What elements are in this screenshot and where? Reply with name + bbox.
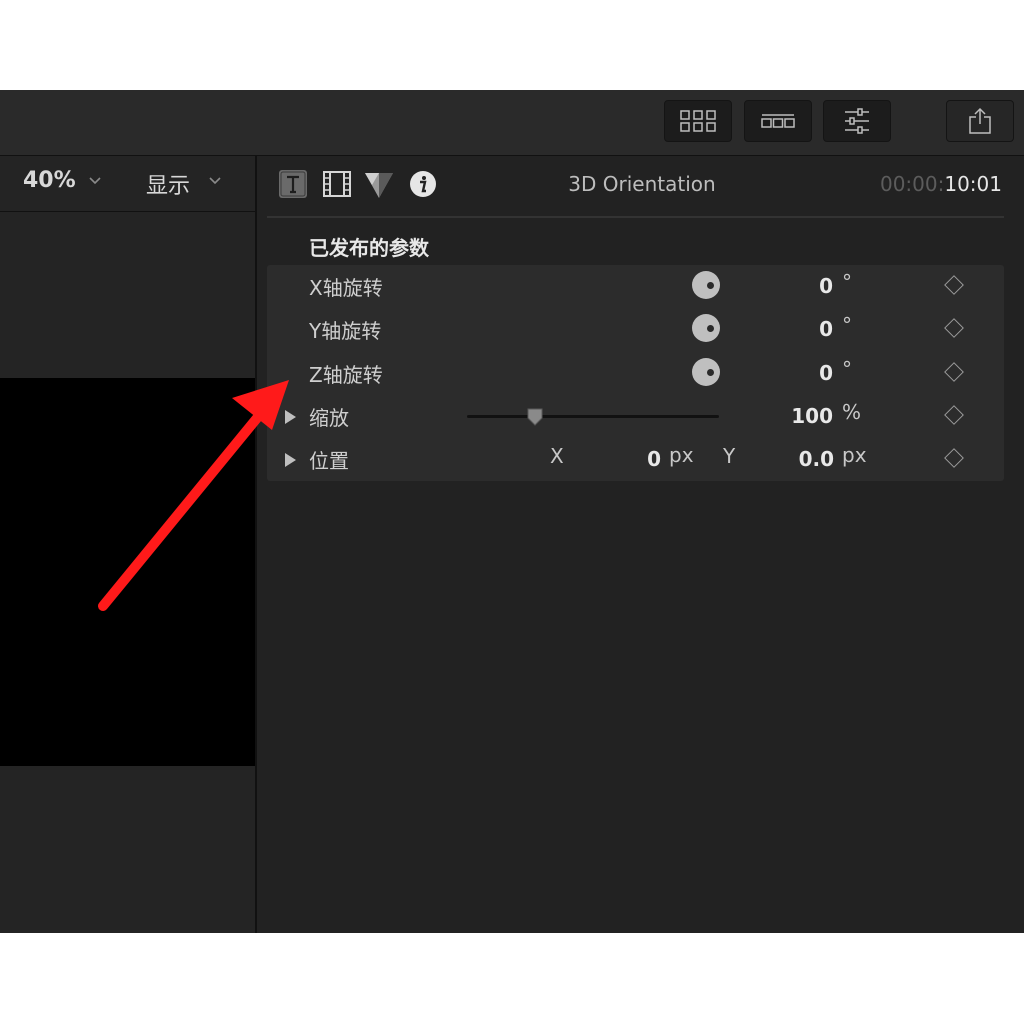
annotation-arrow	[98, 380, 289, 611]
